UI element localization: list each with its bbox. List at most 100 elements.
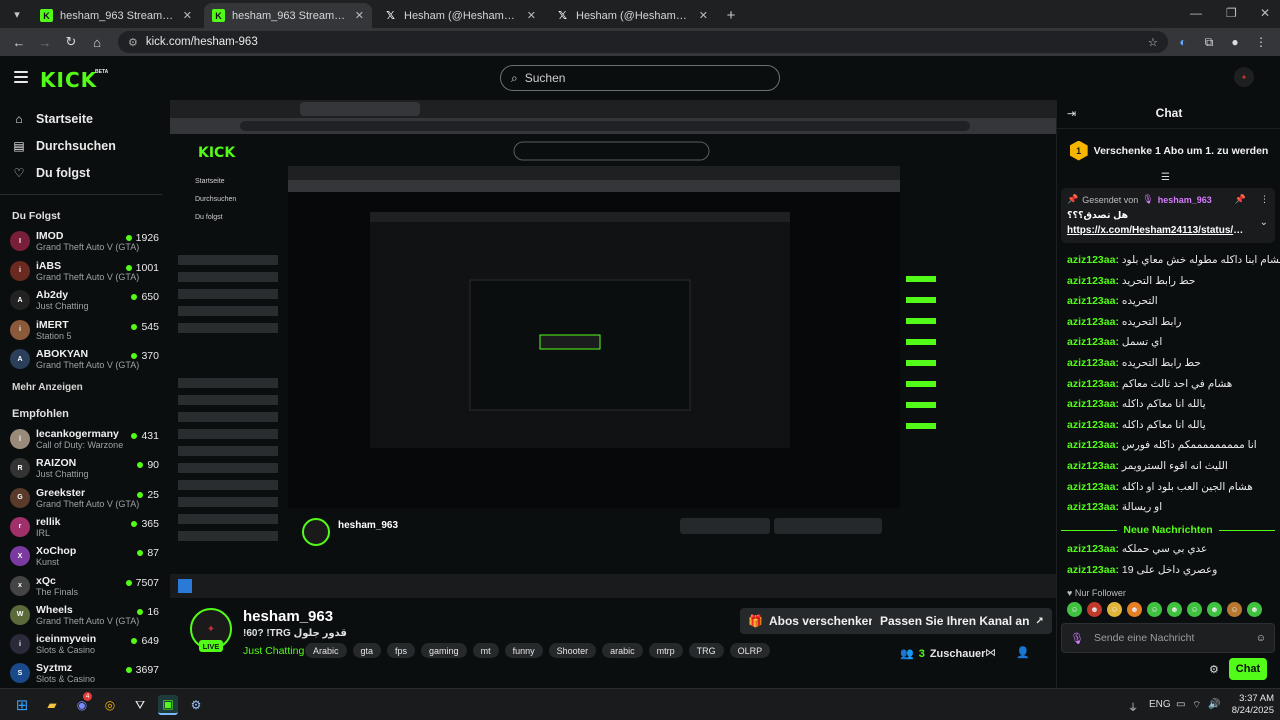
- sidebar-channel[interactable]: G Greekster Grand Theft Auto V (GTA) 25: [10, 486, 162, 510]
- emote-icon[interactable]: ☻: [1167, 602, 1182, 617]
- file-explorer-icon[interactable]: ▰: [42, 695, 62, 715]
- extensions-puzzle-icon[interactable]: ⧉: [1198, 31, 1220, 53]
- app-icon[interactable]: ⛛: [130, 695, 150, 715]
- share-icon[interactable]: ⋈: [985, 646, 996, 659]
- browser-tab-2[interactable]: K hesham_963 Stream - Watch Live ✕: [204, 3, 372, 28]
- browser-tab-1[interactable]: K hesham_963 Stream - Watch Live ✕: [32, 3, 200, 28]
- emote-icon[interactable]: ☺: [1187, 602, 1202, 617]
- chat-username[interactable]: aziz123aa:: [1067, 295, 1119, 307]
- sidebar-channel[interactable]: x xQc The Finals 7507: [10, 574, 162, 598]
- active-app-icon[interactable]: ▣: [158, 695, 178, 715]
- network-icon[interactable]: ⌔: [1192, 699, 1201, 712]
- pinned-user[interactable]: hesham_963: [1158, 195, 1212, 205]
- emote-icon[interactable]: ☺: [1227, 602, 1242, 617]
- bookmark-star-icon[interactable]: ☆: [1148, 35, 1158, 49]
- tab-close-icon[interactable]: ✕: [527, 9, 536, 22]
- maximize-icon[interactable]: ❐: [1226, 6, 1237, 20]
- show-more-link[interactable]: Mehr Anzeigen: [12, 382, 83, 393]
- sidebar-channel[interactable]: A Ab2dy Just Chatting 650: [10, 288, 162, 312]
- close-window-icon[interactable]: ✕: [1260, 6, 1270, 20]
- extension-icon[interactable]: ◐: [1172, 31, 1194, 53]
- follow-user-icon[interactable]: 👤: [1016, 646, 1030, 659]
- unpin-icon[interactable]: 📌: [1235, 194, 1246, 205]
- emote-icon[interactable]: ☻: [1087, 602, 1102, 617]
- kick-logo[interactable]: KICK: [40, 68, 97, 92]
- chat-username[interactable]: aziz123aa:: [1067, 316, 1119, 328]
- emote-icon[interactable]: ☻: [1127, 602, 1142, 617]
- chat-username[interactable]: aziz123aa:: [1067, 439, 1119, 451]
- tab-search-icon[interactable]: ▾: [6, 3, 28, 25]
- customize-channel-button[interactable]: Passen Sie Ihren Kanal an ↗: [872, 608, 1052, 634]
- home-browser-icon[interactable]: ⌂: [86, 31, 108, 53]
- screen-icon[interactable]: ▭: [1176, 699, 1185, 710]
- chat-username[interactable]: aziz123aa:: [1067, 336, 1119, 348]
- stream-tag[interactable]: Shooter: [548, 643, 597, 658]
- emote-icon[interactable]: ☻: [1207, 602, 1222, 617]
- sidebar-item-browse[interactable]: ▤ Durchsuchen: [12, 139, 116, 153]
- chat-username[interactable]: aziz123aa:: [1067, 254, 1119, 266]
- tab-close-icon[interactable]: ✕: [355, 9, 364, 22]
- sidebar-channel[interactable]: i iABS Grand Theft Auto V (GTA) 1001: [10, 259, 162, 283]
- chat-username[interactable]: aziz123aa:: [1067, 419, 1119, 431]
- video-player[interactable]: KICK Startseite Durchsuchen Du folgst hesh…: [170, 100, 1056, 598]
- channel-name[interactable]: hesham_963: [243, 608, 333, 625]
- search-input[interactable]: ⌕ Suchen: [500, 65, 780, 91]
- sidebar-channel[interactable]: i iMERT Station 5 545: [10, 318, 162, 342]
- emote-icon[interactable]: ☻: [1247, 602, 1262, 617]
- chrome-icon[interactable]: ◎: [100, 695, 120, 715]
- pinned-message[interactable]: 📌 Gesendet von 🎙 hesham_963 📌 ⋮ هل تصدق؟…: [1061, 188, 1275, 243]
- chat-username[interactable]: aziz123aa:: [1067, 378, 1119, 390]
- stream-tag[interactable]: TRG: [688, 643, 724, 658]
- chevron-down-icon[interactable]: ⌄: [1260, 217, 1268, 228]
- sidebar-item-home[interactable]: ⌂ Startseite: [12, 112, 93, 126]
- gift-subs-button[interactable]: 🎁 Abos verschenken: [740, 608, 884, 634]
- chat-filter-icon[interactable]: ☰: [1161, 172, 1170, 183]
- pinned-link[interactable]: https://x.com/Hesham24113/status/19...: [1067, 225, 1247, 236]
- tab-close-icon[interactable]: ✕: [183, 9, 192, 22]
- sidebar-channel[interactable]: r rellik IRL 365: [10, 515, 162, 539]
- forward-icon[interactable]: →: [34, 31, 56, 53]
- sidebar-channel[interactable]: X XoChop Kunst 87: [10, 544, 162, 568]
- address-bar[interactable]: ⚙ kick.com/hesham-963 ☆: [118, 31, 1168, 53]
- chat-username[interactable]: aziz123aa:: [1067, 398, 1119, 410]
- profile-icon[interactable]: ●: [1224, 31, 1246, 53]
- chat-send-button[interactable]: Chat: [1229, 658, 1267, 680]
- chat-username[interactable]: aziz123aa:: [1067, 275, 1119, 287]
- chat-settings-icon[interactable]: ⚙: [1209, 663, 1219, 676]
- stream-category[interactable]: Just Chatting: [243, 645, 304, 657]
- menu-icon[interactable]: [14, 71, 28, 86]
- more-options-icon[interactable]: ⋮: [1260, 194, 1269, 205]
- new-tab-button[interactable]: +: [720, 4, 742, 26]
- sidebar-channel[interactable]: S Syztmz Slots & Casino 3697: [10, 661, 162, 685]
- user-avatar[interactable]: ✦: [1234, 67, 1254, 87]
- windows-start-icon[interactable]: ⊞: [12, 695, 32, 715]
- chat-username[interactable]: aziz123aa:: [1067, 543, 1119, 555]
- reload-icon[interactable]: ↻: [60, 31, 82, 53]
- tray-icon[interactable]: ⏚: [1128, 699, 1138, 714]
- steam-icon[interactable]: ⚙: [186, 695, 206, 715]
- back-icon[interactable]: ←: [8, 31, 30, 53]
- browser-tab-4[interactable]: 𝕏 Hesham (@Hesham24113) / X ✕: [548, 3, 716, 28]
- emote-icon[interactable]: ☺: [1147, 602, 1162, 617]
- emoji-picker-icon[interactable]: ☺: [1256, 633, 1266, 644]
- chat-username[interactable]: aziz123aa:: [1067, 481, 1119, 493]
- sidebar-channel[interactable]: i iceinmyvein Slots & Casino 649: [10, 632, 162, 656]
- minimize-icon[interactable]: —: [1190, 6, 1202, 20]
- sidebar-channel[interactable]: R RAIZON Just Chatting 90: [10, 456, 162, 480]
- tab-close-icon[interactable]: ✕: [699, 9, 708, 22]
- sidebar-item-following[interactable]: ♡ Du folgst: [12, 166, 91, 180]
- stream-tag[interactable]: mt: [472, 643, 499, 658]
- chat-username[interactable]: aziz123aa:: [1067, 564, 1119, 576]
- language-indicator[interactable]: ENG: [1149, 699, 1171, 710]
- stream-tag[interactable]: fps: [387, 643, 416, 658]
- sidebar-channel[interactable]: l lecankogermany Call of Duty: Warzone 431: [10, 427, 162, 451]
- stream-tag[interactable]: gta: [352, 643, 382, 658]
- emote-icon[interactable]: ☺: [1107, 602, 1122, 617]
- site-info-icon[interactable]: ⚙: [128, 36, 138, 49]
- stream-tag[interactable]: Arabic: [305, 643, 347, 658]
- sidebar-channel[interactable]: W Wheels Grand Theft Auto V (GTA) 16: [10, 603, 162, 627]
- emote-icon[interactable]: ☺: [1067, 602, 1082, 617]
- system-clock[interactable]: 3:37 AM 8/24/2025: [1226, 693, 1274, 717]
- chat-username[interactable]: aziz123aa:: [1067, 460, 1119, 472]
- browser-tab-3[interactable]: 𝕏 Hesham (@Hesham24113) / X ✕: [376, 3, 544, 28]
